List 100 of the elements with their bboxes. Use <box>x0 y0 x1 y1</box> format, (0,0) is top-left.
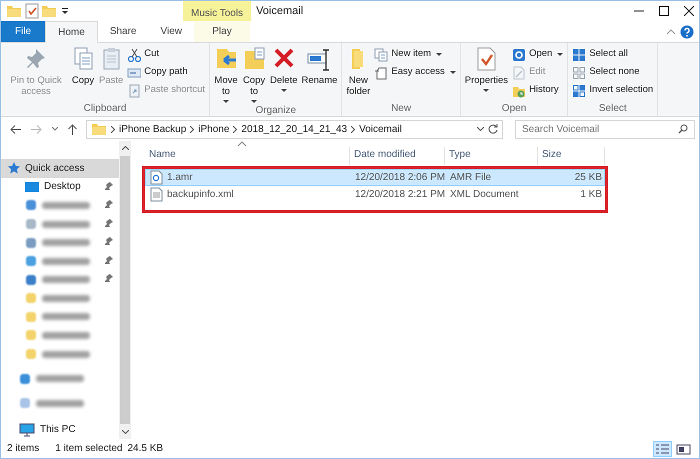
scroll-down-icon[interactable] <box>122 430 128 434</box>
ribbon-tab[interactable]: Play <box>194 21 250 42</box>
desktop-icon <box>25 180 39 193</box>
blurred-icon <box>25 255 37 268</box>
column-header[interactable]: Name <box>145 147 350 165</box>
type-cell-text: AMR File <box>449 171 492 185</box>
ribbon-button[interactable]: Copy path <box>125 64 208 81</box>
ribbon-button[interactable]: Properties <box>462 46 510 101</box>
blurred-icon <box>25 329 37 342</box>
ribbon-button[interactable]: Delete <box>268 46 300 103</box>
chevron-right-icon <box>233 126 238 132</box>
ribbon-button[interactable]: New folder <box>344 46 372 101</box>
ribbon-tab[interactable]: File <box>1 21 46 42</box>
scroll-up-icon[interactable] <box>122 146 128 150</box>
search-field[interactable]: Search Voicemail <box>522 122 678 136</box>
file-row[interactable]: backupinfo.xml 12/20/2018 2:21 PM XML Document 1 KB <box>145 186 605 203</box>
ribbon-tab[interactable]: View <box>148 21 194 42</box>
blurred-label <box>42 239 90 246</box>
chevron-right-icon <box>190 126 194 132</box>
date-cell-text: 12/20/2018 2:21 PM <box>354 188 446 202</box>
document-icon <box>150 187 163 202</box>
blurred-icon <box>25 348 37 360</box>
group-label: Select <box>598 102 628 116</box>
breadcrumb-link[interactable]: Voicemail <box>359 122 402 136</box>
nav-item[interactable]: This PC <box>1 420 119 440</box>
audio-file-icon <box>150 170 163 185</box>
group-label: Clipboard <box>82 102 128 116</box>
caret-icon <box>223 100 230 103</box>
size-cell-text: 25 KB <box>574 171 603 185</box>
refresh-icon[interactable] <box>488 124 498 134</box>
ribbon-button[interactable]: Copy to <box>240 46 268 103</box>
blurred-icon <box>19 372 31 385</box>
ribbon-tab[interactable]: Home <box>45 21 98 43</box>
file-row[interactable]: 1.amr 12/20/2018 2:06 PM AMR File 25 KB <box>145 169 605 186</box>
scroll-thumb[interactable] <box>120 156 130 424</box>
shortcut-icon <box>127 84 142 98</box>
group-label: Organize <box>254 104 298 118</box>
ribbon-button[interactable]: Rename <box>300 46 340 103</box>
scrollbar[interactable] <box>119 141 131 439</box>
search-box[interactable]: Search Voicemail <box>515 120 695 138</box>
computer-icon <box>19 422 35 437</box>
ribbon-button[interactable]: Copy <box>69 46 97 101</box>
ribbon-button[interactable]: Move to <box>212 46 240 103</box>
up-arrow-icon[interactable] <box>68 124 77 134</box>
ribbon-button[interactable]: Cut <box>125 46 208 63</box>
chevron-down-icon[interactable] <box>477 127 484 131</box>
nav-item[interactable]: Quick access <box>1 159 119 178</box>
ribbon-tab[interactable]: Share <box>98 21 148 42</box>
nav-item[interactable]: Desktop <box>1 178 119 196</box>
blurred-label <box>36 375 84 382</box>
forward-arrow-icon[interactable] <box>31 124 42 134</box>
blurred-icon <box>25 274 37 286</box>
size-cell-text: 1 KB <box>579 188 603 202</box>
blurred-label <box>42 294 90 302</box>
group-label: New <box>390 102 412 116</box>
caret-icon <box>436 53 442 56</box>
close-icon[interactable] <box>684 6 694 16</box>
star-icon <box>7 161 21 176</box>
search-icon <box>678 124 688 134</box>
thumbnail-view-icon <box>676 442 691 454</box>
group-label: Open <box>500 102 528 116</box>
date-cell-text: 12/20/2018 2:06 PM <box>354 171 446 185</box>
breadcrumb-link[interactable]: iPhone Backup <box>119 122 186 136</box>
address-bar[interactable]: iPhone Backup iPhone 2018_12_20_14_21_43 Voicemail <box>86 120 503 138</box>
folder-icon <box>6 3 22 19</box>
blurred-label <box>42 276 90 284</box>
maximize-icon[interactable] <box>659 6 669 16</box>
select-none-icon <box>572 66 586 80</box>
blurred-label <box>42 332 90 339</box>
view-button[interactable] <box>652 440 672 456</box>
blurred-label <box>42 350 90 358</box>
breadcrumb-link[interactable]: iPhone <box>198 122 230 136</box>
properties-icon <box>24 3 38 19</box>
ribbon-button[interactable]: Open <box>510 46 566 63</box>
blurred-icon <box>25 218 37 230</box>
chevron-up-icon[interactable] <box>667 29 675 34</box>
blurred-icon <box>19 397 31 410</box>
column-header[interactable]: Date modified <box>350 147 445 165</box>
item-count: 2 items <box>7 442 40 456</box>
ribbon-button[interactable]: History <box>510 82 566 99</box>
folder-copy-icon <box>242 46 266 72</box>
column-header[interactable]: Type <box>445 147 538 165</box>
new-item-icon <box>374 48 388 62</box>
ribbon-button[interactable]: Invert selection <box>570 82 656 99</box>
ribbon-button[interactable]: New item <box>372 46 458 63</box>
back-arrow-icon[interactable] <box>10 124 21 134</box>
file-name: 1.amr <box>167 171 193 185</box>
chevron-down-icon[interactable] <box>52 127 58 131</box>
help-icon <box>680 24 694 38</box>
blurred-icon <box>25 292 37 304</box>
ribbon-button[interactable]: Select all <box>570 46 656 63</box>
ribbon-button[interactable]: Easy access <box>372 64 458 81</box>
chevron-right-icon <box>111 126 115 132</box>
blurred-icon <box>25 199 37 212</box>
breadcrumb-link[interactable]: 2018_12_20_14_21_43 <box>241 122 348 136</box>
open-icon <box>512 48 526 62</box>
column-header[interactable]: Size <box>538 147 605 165</box>
selection-count: 1 item selected <box>55 442 122 456</box>
caret-icon <box>483 89 490 92</box>
ribbon-button[interactable]: Select none <box>570 64 656 81</box>
